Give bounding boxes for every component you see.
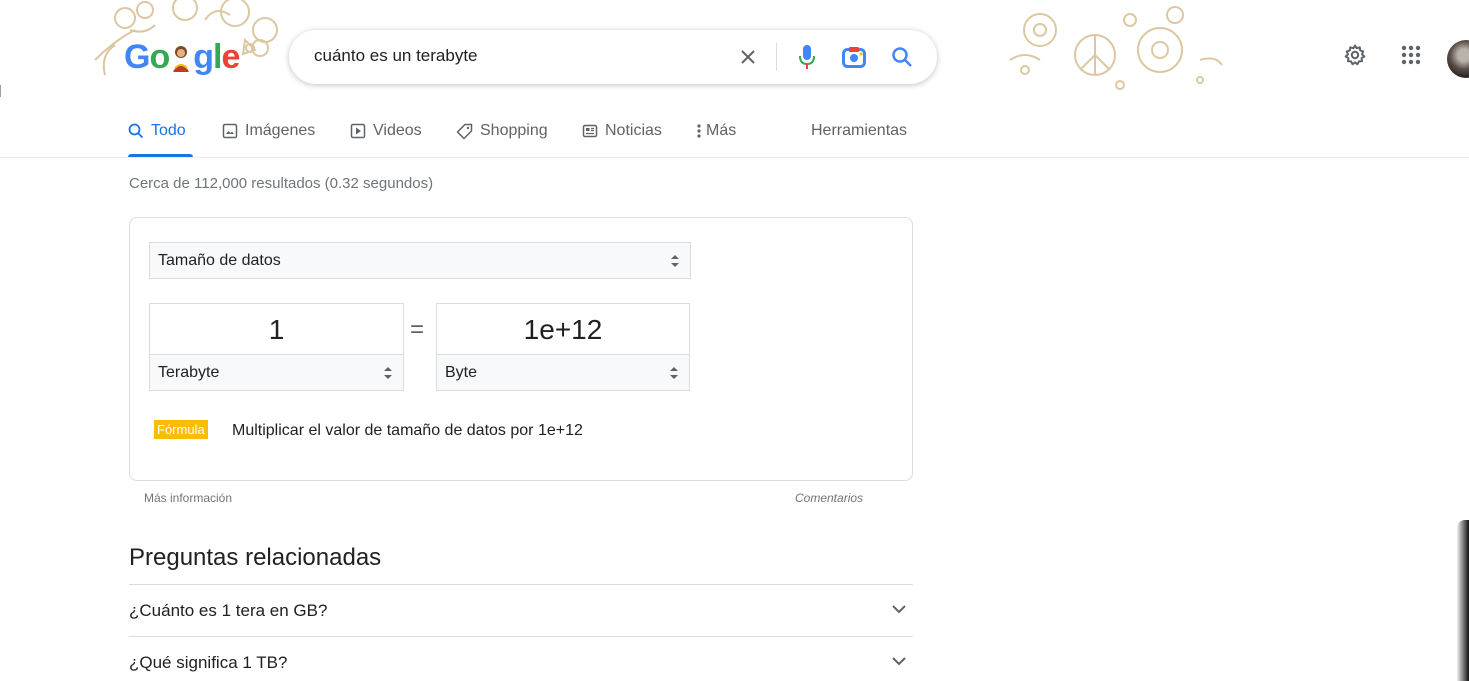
formula-badge: Fórmula <box>154 420 208 439</box>
related-question-text: ¿Qué significa 1 TB? <box>129 652 288 672</box>
doodle-figure-icon <box>169 42 193 72</box>
search-submit-button[interactable] <box>888 43 916 71</box>
unit-converter-card: Tamaño de datos 1 = 1e+12 Terabyte Byte … <box>129 217 913 481</box>
tab-imagenes[interactable]: Imágenes <box>222 120 315 142</box>
apps-grid-icon <box>1401 45 1421 65</box>
to-unit-value: Byte <box>445 363 478 381</box>
more-vert-icon <box>697 124 701 138</box>
related-questions-title: Preguntas relacionadas <box>129 544 382 571</box>
to-value-input[interactable]: 1e+12 <box>436 303 690 355</box>
chevron-down-icon <box>892 605 906 614</box>
camera-lens-icon <box>842 47 866 68</box>
tab-label: Noticias <box>605 122 662 139</box>
search-input[interactable]: cuánto es un terabyte <box>314 46 478 66</box>
tab-label: Shopping <box>480 122 548 139</box>
related-question-item[interactable]: ¿Qué significa 1 TB? <box>129 636 913 681</box>
tab-todo[interactable]: Todo <box>128 120 186 142</box>
image-icon <box>222 123 238 139</box>
window-edge <box>0 85 4 97</box>
tab-label: Herramientas <box>811 122 908 139</box>
from-unit-value: Terabyte <box>158 363 220 381</box>
category-select[interactable]: Tamaño de datos <box>149 242 691 279</box>
select-arrows-icon <box>384 367 392 379</box>
logo-text: Go gle <box>124 38 240 77</box>
related-question-item[interactable]: ¿Cuánto es 1 tera en GB? <box>129 584 913 636</box>
header: Go gle cuánto es un terabyte <box>0 0 1469 110</box>
clear-search-button[interactable] <box>735 44 761 70</box>
gear-icon <box>1344 44 1366 66</box>
chevron-down-icon <box>892 657 906 666</box>
select-arrows-icon <box>671 255 679 267</box>
microphone-icon <box>799 45 815 69</box>
tab-label: Más <box>706 122 737 139</box>
apps-button[interactable] <box>1396 40 1426 70</box>
logo-letter-g: G <box>124 38 150 76</box>
formula-text: Multiplicar el valor de tamaño de datos … <box>232 422 583 439</box>
logo-letter-g2: g <box>193 38 214 76</box>
from-unit-select[interactable]: Terabyte <box>149 354 404 391</box>
side-panel-edge <box>1457 520 1469 681</box>
logo-letter-o: o <box>149 38 170 76</box>
account-avatar[interactable] <box>1447 40 1469 78</box>
from-value-input[interactable]: 1 <box>149 303 404 355</box>
close-icon <box>741 50 755 64</box>
tab-herramientas[interactable]: Herramientas <box>811 120 907 142</box>
logo-letter-e: e <box>221 38 240 76</box>
news-icon <box>582 124 598 138</box>
result-stats: Cerca de 112,000 resultados (0.32 segund… <box>129 175 434 192</box>
related-question-text: ¿Cuánto es 1 tera en GB? <box>129 600 328 620</box>
play-icon <box>350 123 366 139</box>
tag-icon <box>456 123 473 139</box>
feedback-link[interactable]: Comentarios <box>795 491 863 505</box>
search-tabs: Todo Imágenes Videos Shopping Noticias M… <box>128 108 928 158</box>
search-icon <box>128 123 144 139</box>
category-select-value: Tamaño de datos <box>158 251 281 269</box>
tab-mas[interactable]: Más <box>696 120 736 142</box>
tab-videos[interactable]: Videos <box>350 120 422 142</box>
tab-label: Videos <box>373 122 422 139</box>
voice-search-button[interactable] <box>794 43 820 71</box>
equals-sign: = <box>410 316 425 343</box>
tab-label: Imágenes <box>245 122 316 139</box>
tabs-divider <box>0 157 1469 158</box>
tab-noticias[interactable]: Noticias <box>582 120 662 142</box>
to-unit-select[interactable]: Byte <box>436 354 690 391</box>
doodle-flower-decoration-right <box>1009 6 1223 90</box>
settings-button[interactable] <box>1340 40 1370 70</box>
more-info-link[interactable]: Más información <box>144 491 232 505</box>
tab-label: Todo <box>151 122 186 139</box>
tab-shopping[interactable]: Shopping <box>456 120 548 142</box>
select-arrows-icon <box>670 367 678 379</box>
search-divider <box>776 43 777 71</box>
related-questions-list: ¿Cuánto es 1 tera en GB? ¿Qué significa … <box>129 584 913 681</box>
lens-search-button[interactable] <box>840 43 868 71</box>
search-icon <box>892 47 912 67</box>
google-doodle-logo[interactable]: Go gle <box>88 0 288 100</box>
search-box[interactable]: cuánto es un terabyte <box>289 30 937 84</box>
